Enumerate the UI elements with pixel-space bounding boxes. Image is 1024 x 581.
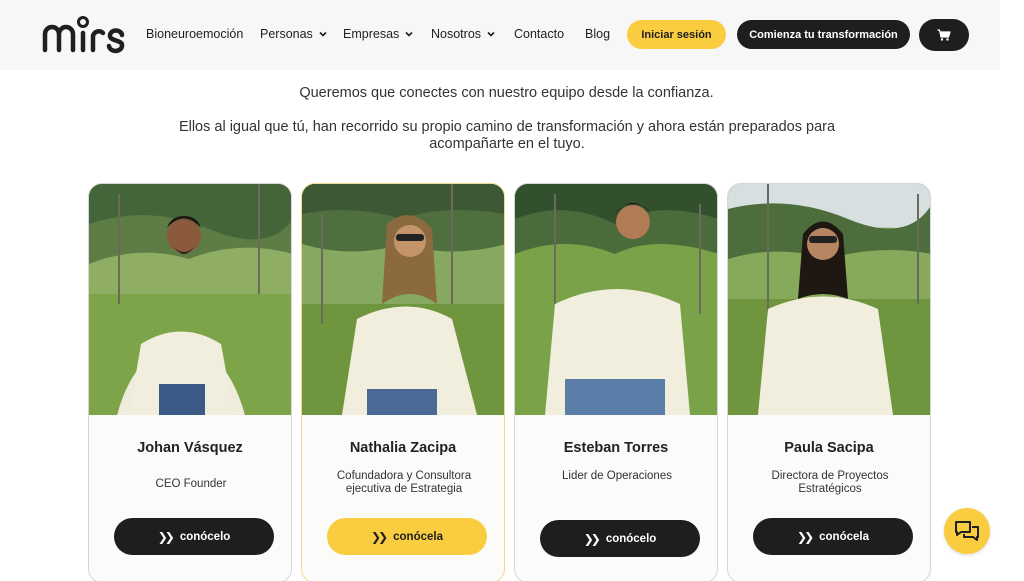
team-card-paula: Paula Sacipa Directora de Proyectos Estr… (727, 183, 931, 581)
chevron-down-icon (319, 31, 327, 37)
nav-contacto[interactable]: Contacto (514, 27, 564, 41)
nav-personas[interactable]: Personas (260, 27, 327, 41)
nav-label: Bioneuroemoción (146, 27, 244, 41)
nav-nosotros[interactable]: Nosotros (431, 27, 495, 41)
double-chevron-right-icon: ❯❯ (797, 529, 814, 544)
nav-label: Contacto (514, 27, 565, 41)
chat-button[interactable] (944, 508, 990, 554)
team-photo (515, 184, 717, 415)
team-role: CEO Founder (155, 478, 227, 490)
team-photo (302, 184, 504, 415)
team-name: Johan Vásquez (137, 440, 243, 456)
team-photo (89, 184, 291, 415)
team-name: Nathalia Zacipa (349, 440, 457, 456)
nav-empresas[interactable]: Empresas (343, 27, 413, 41)
team-role: Directora de Proyectos Estratégicos (771, 470, 889, 495)
chat-bubble-icon (955, 521, 979, 541)
cart-icon (937, 29, 951, 41)
team-name: Esteban Torres (563, 440, 669, 456)
team-role: Lider de Operaciones (562, 470, 672, 482)
login-button[interactable]: Iniciar sesión (627, 20, 726, 49)
cta-label: conócelo (179, 530, 231, 543)
page-edge (1000, 0, 1024, 581)
cta-label: conócela (819, 530, 869, 543)
double-chevron-right-icon: ❯❯ (157, 529, 175, 544)
meet-paula-button[interactable]: ❯❯ conócela (753, 518, 913, 555)
nav-label: Empresas (343, 27, 400, 41)
intro-text: Ellos al igual que tú, han recorrido su … (178, 119, 836, 152)
team-card-johan: Johan Vásquez CEO Founder ❯❯ conócelo (88, 183, 292, 581)
nav-blog[interactable]: Blog (585, 27, 610, 41)
meet-johan-button[interactable]: ❯❯ conócelo (114, 518, 274, 555)
nav-label: Personas (260, 27, 313, 41)
nav-label: Nosotros (431, 27, 482, 41)
double-chevron-right-icon: ❯❯ (371, 529, 388, 544)
chevron-down-icon (405, 31, 413, 37)
nav-bioneuroemocion[interactable]: Bioneuroemoción (146, 27, 243, 41)
team-photo (728, 184, 930, 415)
brand-logo[interactable] (42, 16, 126, 54)
cart-button[interactable] (919, 19, 969, 51)
cta-label: conócelo (605, 532, 657, 545)
meet-esteban-button[interactable]: ❯❯ conócelo (540, 520, 700, 557)
start-transformation-button[interactable]: Comienza tu transformación (737, 20, 910, 49)
team-card-nathalia: Nathalia Zacipa Cofundadora y Consultora… (301, 183, 505, 581)
nav-label: Blog (585, 27, 611, 41)
chevron-down-icon (487, 31, 495, 37)
cta-label: conócela (393, 530, 443, 543)
intro-heading: Queremos que conectes con nuestro equipo… (299, 85, 714, 101)
team-name: Paula Sacipa (784, 440, 874, 456)
team-role: Cofundadora y Consultora ejecutiva de Es… (336, 470, 472, 495)
site-header: Bioneuroemoción Personas Empresas Nosotr… (0, 0, 1000, 70)
double-chevron-right-icon: ❯❯ (583, 531, 601, 546)
meet-nathalia-button[interactable]: ❯❯ conócela (327, 518, 487, 555)
team-card-esteban: Esteban Torres Lider de Operaciones ❯❯ c… (514, 183, 718, 581)
